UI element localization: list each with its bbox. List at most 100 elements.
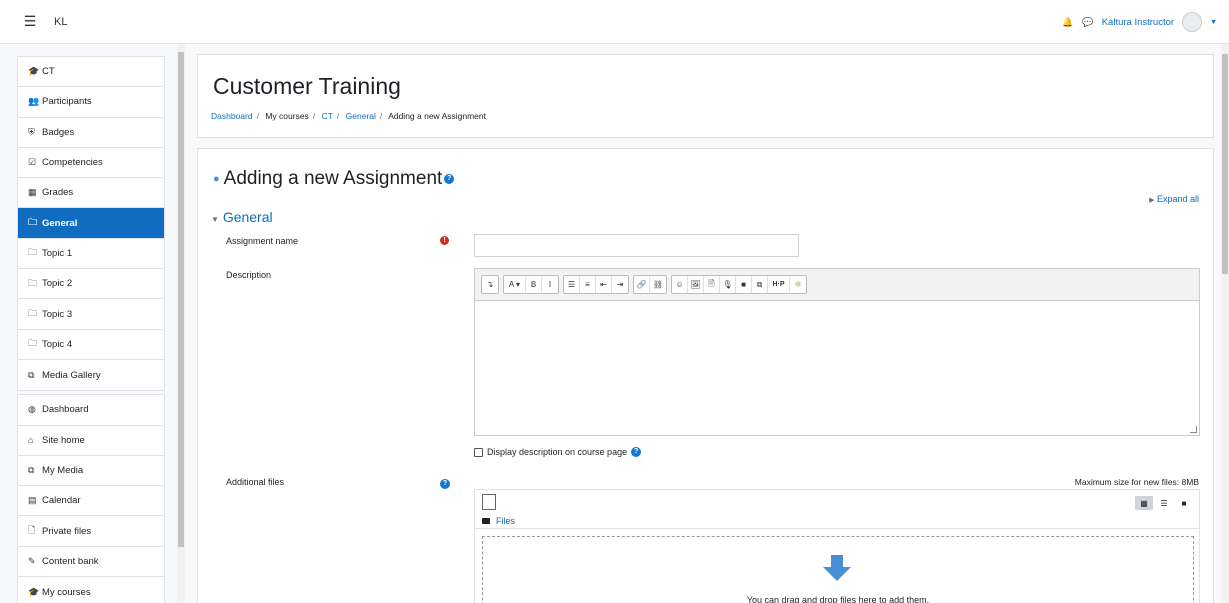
site-nav-group: ◍ Dashboard ⌂ Site home ⧉ My Media ▤ Calendar 🗋 P…	[17, 394, 165, 603]
emoji-icon[interactable]: ☺	[672, 276, 688, 293]
help-icon[interactable]: ?	[440, 479, 450, 489]
course-nav-group: 🎓 CT 👥 Participants ⛨ Badges ☑ Competencies ▦ Gra…	[17, 56, 165, 392]
graduation-cap-icon: 🎓	[28, 66, 40, 77]
undo-icon[interactable]: ↴	[482, 276, 498, 293]
assignment-icon: ●	[213, 173, 220, 185]
sidebar-item-site-home[interactable]: ⌂ Site home	[18, 426, 164, 456]
sidebar-item-content-bank[interactable]: ✎ Content bank	[18, 547, 164, 578]
sidebar-item-media-gallery[interactable]: ⧉ Media Gallery	[18, 360, 164, 390]
ordered-list-icon[interactable]: ≡	[580, 276, 596, 293]
drawer-scrollbar[interactable]	[177, 44, 185, 603]
breadcrumb-general[interactable]: General	[346, 111, 376, 121]
sidebar-item-my-courses[interactable]: 🎓 My courses	[18, 577, 164, 603]
avatar[interactable]	[1182, 12, 1203, 32]
add-file-icon[interactable]	[482, 494, 496, 510]
sidebar-item-private-files[interactable]: 🗋 Private files	[18, 516, 164, 547]
check-square-icon: ☑	[28, 157, 37, 168]
folder-icon: 🗀	[28, 217, 38, 228]
sidebar-item-calendar[interactable]: ▤ Calendar	[18, 486, 164, 517]
file-path: Files	[482, 516, 515, 526]
sidebar-item-grades[interactable]: ▦ Grades	[18, 178, 164, 209]
sidebar-item-competencies[interactable]: ☑ Competencies	[18, 148, 164, 179]
resize-grip-icon[interactable]	[1190, 426, 1197, 433]
folder-icon: 🗀	[28, 338, 38, 349]
media-icon[interactable]: 🗎	[704, 276, 720, 293]
calendar-icon: ▤	[28, 495, 37, 506]
sidebar-item-label: Dashboard	[42, 404, 89, 416]
files-path-link[interactable]: Files	[496, 516, 515, 526]
bell-icon[interactable]: 🔔	[1062, 16, 1074, 28]
sidebar-item-topic-3[interactable]: 🗀 Topic 3	[18, 299, 164, 330]
manage-files-icon[interactable]: ⧉	[752, 276, 768, 293]
sidebar-item-topic-4[interactable]: 🗀 Topic 4	[18, 330, 164, 360]
sidebar-item-label: Media Gallery	[42, 369, 101, 381]
assignment-name-input[interactable]	[474, 234, 799, 257]
site-brand[interactable]: KL	[54, 16, 67, 28]
file-dropzone[interactable]: You can drag and drop files here to add …	[482, 536, 1194, 603]
page-scrollbar[interactable]	[1221, 44, 1229, 603]
hamburger-icon[interactable]: ☰	[20, 12, 40, 32]
display-description-label: Display description on course page	[487, 447, 628, 457]
indent-icon[interactable]: ⇥	[612, 276, 628, 293]
dashboard-icon: ◍	[28, 404, 36, 415]
sidebar-item-label: Badges	[42, 126, 75, 138]
page-header: Customer Training Dashboard / My courses /…	[197, 54, 1214, 138]
pen-icon: ✎	[28, 555, 36, 566]
help-icon[interactable]: ?	[444, 174, 455, 184]
table-icon: ▦	[28, 187, 37, 198]
italic-icon[interactable]: I	[542, 276, 558, 293]
drawer-scrollbar-thumb[interactable]	[178, 52, 184, 547]
bold-icon[interactable]: B	[526, 276, 542, 293]
section-general-label: General	[222, 209, 273, 225]
folder-icon: 🗀	[28, 277, 38, 288]
record-audio-icon[interactable]: 🎙	[720, 276, 736, 293]
list-view-icon[interactable]: ☰	[1155, 496, 1173, 510]
outdent-icon[interactable]: ⇤	[596, 276, 612, 293]
sidebar-item-label: Calendar	[42, 495, 81, 507]
page-scrollbar-thumb[interactable]	[1222, 54, 1228, 274]
sidebar-item-label: Site home	[42, 434, 85, 446]
user-name[interactable]: Kaltura Instructor	[1102, 17, 1174, 28]
caret-down-icon[interactable]: ▼	[1210, 19, 1217, 26]
sidebar-item-participants[interactable]: 👥 Participants	[18, 87, 164, 118]
sidebar-item-general[interactable]: 🗀 General	[18, 208, 164, 239]
graduation-cap-icon: 🎓	[28, 586, 40, 597]
sidebar-item-label: CT	[42, 66, 55, 78]
sidebar-item-label: Content bank	[42, 555, 99, 567]
link-icon[interactable]: 🔗	[634, 276, 650, 293]
image-icon[interactable]: 🖼	[688, 276, 704, 293]
grid-view-icon[interactable]: ▦	[1135, 496, 1153, 510]
display-description-checkbox[interactable]	[474, 447, 483, 457]
unordered-list-icon[interactable]: ☰	[564, 276, 580, 293]
expand-all-link[interactable]: ▶ Expand all	[1149, 194, 1199, 204]
font-color-icon[interactable]: A ▾	[504, 276, 526, 293]
section-general-toggle[interactable]: ▼ General	[211, 209, 273, 225]
folder-icon	[482, 518, 490, 524]
breadcrumb-ct[interactable]: CT	[322, 111, 333, 121]
sidebar-item-topic-1[interactable]: 🗀 Topic 1	[18, 239, 164, 270]
unlink-icon[interactable]: ⛓	[650, 276, 666, 293]
breadcrumb-dashboard[interactable]: Dashboard	[211, 111, 253, 121]
page-title: Customer Training	[213, 73, 401, 99]
sidebar-item-badges[interactable]: ⛨ Badges	[18, 118, 164, 148]
sidebar-item-dashboard[interactable]: ◍ Dashboard	[18, 395, 164, 426]
sidebar-item-ct[interactable]: 🎓 CT	[18, 57, 164, 88]
sidebar-item-topic-2[interactable]: 🗀 Topic 2	[18, 269, 164, 300]
shield-icon: ⛨	[28, 126, 35, 137]
caret-right-icon: ▶	[1149, 197, 1155, 204]
file-manager-toolbar: ▦ ☰ ■	[475, 490, 1199, 514]
media-icon: ⧉	[28, 465, 35, 475]
chat-icon[interactable]: 💬	[1082, 16, 1094, 28]
h5p-icon[interactable]: H·P	[768, 276, 790, 293]
toolbar-group: ☺ 🖼 🗎 🎙 ■ ⧉ H·P ✲	[671, 275, 807, 294]
kaltura-icon[interactable]: ✲	[790, 276, 806, 293]
toolbar-group: 🔗 ⛓	[633, 275, 667, 294]
record-video-icon[interactable]: ■	[736, 276, 752, 293]
nav-drawer: 🎓 CT 👥 Participants ⛨ Badges ☑ Competencies ▦ Gra…	[17, 56, 165, 603]
help-icon[interactable]: ?	[631, 447, 642, 457]
media-icon: ⧉	[28, 369, 35, 380]
sidebar-item-my-media[interactable]: ⧉ My Media	[18, 456, 164, 487]
description-editor[interactable]	[474, 301, 1200, 436]
folder-view-icon[interactable]: ■	[1175, 496, 1193, 510]
breadcrumb: Dashboard / My courses / CT / General / Addi…	[211, 111, 486, 121]
